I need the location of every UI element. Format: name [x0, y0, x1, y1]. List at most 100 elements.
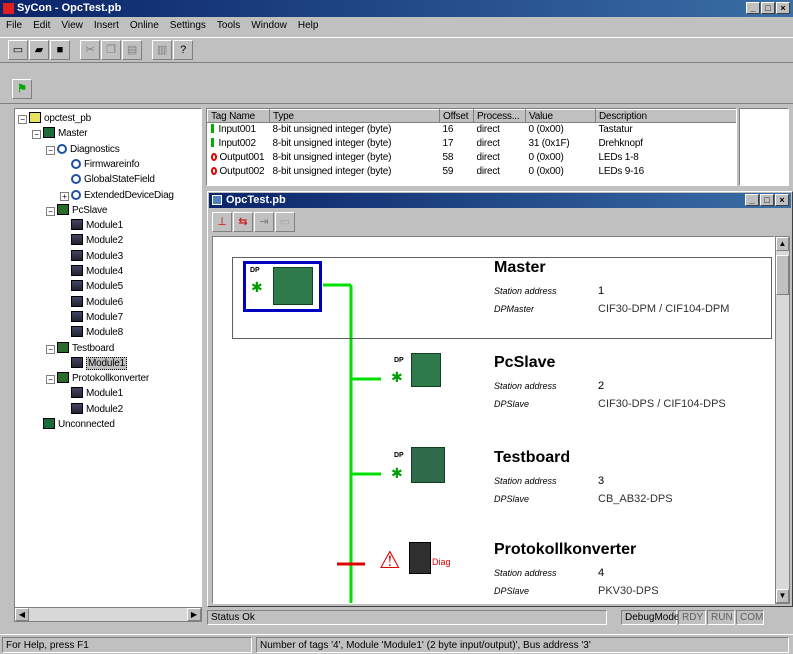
scroll-left-icon[interactable]: ◀ — [15, 608, 29, 621]
child-title-bar[interactable]: OpcTest.pb _ □ × — [209, 193, 791, 208]
tree-scrollbar[interactable]: ◀ ▶ — [14, 607, 202, 622]
tree-item[interactable]: Unconnected — [32, 418, 115, 431]
module-icon — [71, 265, 83, 276]
tree-item[interactable]: Module6 — [60, 295, 123, 309]
child-maximize-button[interactable]: □ — [760, 194, 774, 206]
cell-type: 8-bit unsigned integer (byte) — [272, 166, 392, 177]
help-icon[interactable]: ? — [173, 40, 194, 60]
canvas-vscrollbar[interactable]: ▲ ▼ — [775, 236, 790, 604]
toolbar-main: ▭ ▰ ■ ✂ ❐ ▤ ▥? — [0, 37, 793, 63]
tree-item[interactable]: − PcSlave — [46, 203, 107, 217]
scroll-down-icon[interactable]: ▼ — [776, 589, 789, 603]
status-text: Status Ok — [207, 610, 607, 625]
expand-icon[interactable]: + — [60, 191, 69, 201]
tree-item[interactable]: Module4 — [60, 265, 123, 278]
paste-icon[interactable]: ▤ — [122, 40, 143, 60]
table-row[interactable]: Input002 8-bit unsigned integer (byte) 17 d… — [208, 137, 737, 151]
collapse-icon[interactable]: − — [46, 375, 55, 385]
tree-item[interactable]: Module5 — [60, 280, 123, 293]
collapse-icon[interactable]: − — [46, 145, 55, 155]
output-tag-icon — [210, 153, 217, 161]
cell-value: 0 (0x00) — [528, 152, 564, 163]
scroll-up-icon[interactable]: ▲ — [776, 237, 789, 251]
column-header[interactable]: Process... — [473, 109, 526, 123]
collapse-icon[interactable]: − — [18, 115, 27, 124]
tree-item[interactable]: Module1 — [60, 219, 123, 232]
minimize-button[interactable]: _ — [746, 2, 760, 14]
slave-tool-icon[interactable]: ⇥ — [254, 212, 274, 232]
child-minimize-button[interactable]: _ — [745, 194, 759, 206]
device-addr-label: Station address — [494, 286, 557, 296]
tree-item[interactable]: − Protokollkonverter — [46, 372, 149, 385]
column-header[interactable]: Tag Name — [207, 109, 270, 123]
scroll-thumb[interactable] — [776, 255, 789, 295]
tree-item[interactable]: + ExtendedDeviceDiag — [60, 189, 174, 202]
tree-item[interactable]: − Testboard — [46, 341, 115, 355]
menu-item-insert[interactable]: Insert — [94, 20, 119, 31]
device-type-label: DPMaster — [494, 304, 535, 314]
table-row[interactable]: Input001 8-bit unsigned integer (byte) 16 d… — [208, 123, 737, 137]
tree-item[interactable]: Module3 — [60, 249, 123, 263]
converter-device-icon — [409, 542, 431, 574]
search-icon — [71, 174, 81, 185]
bus-status-text: Number of tags '4', Module 'Module1' (2 … — [256, 637, 789, 653]
menu-item-view[interactable]: View — [61, 20, 83, 31]
collapse-icon[interactable]: − — [32, 130, 41, 140]
tree-item[interactable]: Module7 — [60, 310, 123, 324]
menu-item-window[interactable]: Window — [251, 20, 287, 31]
scroll-right-icon[interactable]: ▶ — [187, 608, 201, 621]
disabled-tool-icon[interactable]: ▭ — [275, 212, 295, 232]
menu-item-edit[interactable]: Edit — [33, 20, 50, 31]
cell-value: 0 (0x00) — [528, 166, 564, 177]
collapse-icon[interactable]: − — [46, 206, 55, 216]
device-type: PKV30-DPS — [598, 585, 659, 597]
menu-item-tools[interactable]: Tools — [217, 20, 240, 31]
menu-item-online[interactable]: Online — [130, 20, 159, 31]
tree-item[interactable]: Firmwareinfo — [60, 158, 140, 171]
menu-item-settings[interactable]: Settings — [170, 20, 206, 31]
bus-tool-icon[interactable]: ⊥ — [212, 212, 232, 232]
menu-item-help[interactable]: Help — [298, 20, 319, 31]
new-file-icon[interactable]: ▭ — [8, 40, 28, 60]
tree-item[interactable]: − Diagnostics — [46, 143, 120, 156]
tree-item[interactable]: Module1 — [60, 356, 127, 370]
child-title: OpcTest.pb — [226, 194, 286, 206]
tree-item[interactable]: GlobalStateField — [60, 173, 155, 186]
column-header[interactable]: Offset — [439, 109, 474, 123]
table-row[interactable]: Output002 8-bit unsigned integer (byte) 59… — [208, 165, 737, 179]
copy-icon[interactable]: ❐ — [101, 40, 122, 60]
cell-desc: LEDs 1-8 — [598, 152, 639, 163]
tree-item-label: Protokollkonverter — [72, 373, 149, 385]
column-header[interactable]: Description — [595, 109, 736, 123]
maximize-button[interactable]: □ — [761, 2, 775, 14]
slave-icon — [57, 372, 69, 384]
open-file-icon[interactable]: ▰ — [29, 40, 49, 60]
network-canvas[interactable]: DP ✱ Master Station address 1 DPMaster C… — [212, 236, 775, 604]
child-close-button[interactable]: × — [775, 194, 789, 206]
tree-item[interactable]: Module2 — [60, 402, 123, 416]
run-icon[interactable]: ⚑ — [12, 79, 32, 99]
column-header[interactable]: Type — [269, 109, 440, 123]
close-button[interactable]: × — [776, 2, 790, 14]
tree-view[interactable]: − opctest_pb − Master − Diagnostics Firmwarein… — [14, 108, 202, 608]
tree-item-label: Testboard — [72, 342, 115, 354]
tree-item[interactable]: Module8 — [60, 326, 123, 339]
tree-item-label: Unconnected — [58, 419, 115, 430]
cell-process: direct — [476, 138, 500, 149]
cut-icon[interactable]: ✂ — [80, 40, 101, 60]
device-addr-label: Station address — [494, 476, 557, 486]
table-row[interactable]: Output001 8-bit unsigned integer (byte) 58… — [208, 151, 737, 165]
app-title-bar[interactable]: SyCon - OpcTest.pb _ □ × — [0, 0, 793, 17]
tree-item[interactable]: Module2 — [60, 234, 123, 247]
collapse-icon[interactable]: − — [46, 344, 55, 354]
menu-item-file[interactable]: File — [6, 20, 22, 31]
save-icon[interactable]: ■ — [50, 40, 70, 60]
tree-item[interactable]: − Master — [32, 127, 88, 140]
print-icon[interactable]: ▥ — [152, 40, 173, 60]
tree-item[interactable]: − opctest_pb — [18, 112, 91, 125]
cell-type: 8-bit unsigned integer (byte) — [272, 124, 392, 136]
column-header[interactable]: Value — [525, 109, 596, 123]
tree-item[interactable]: Module1 — [60, 387, 123, 400]
connect-tool-icon[interactable]: ⇆ — [233, 212, 253, 232]
dp-badge: DP — [394, 357, 404, 364]
